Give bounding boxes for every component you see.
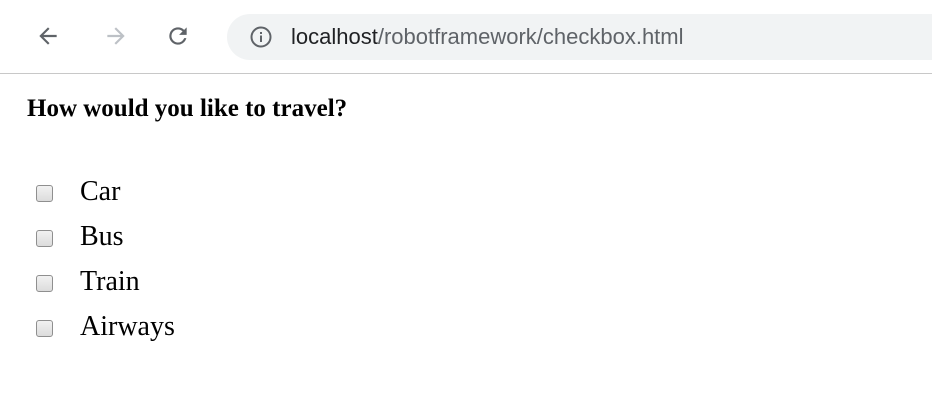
bus-label: Bus	[80, 221, 124, 252]
back-button[interactable]	[31, 19, 65, 53]
address-bar[interactable]: localhost/robotframework/checkbox.html	[227, 14, 932, 60]
browser-toolbar: localhost/robotframework/checkbox.html	[0, 0, 932, 74]
url-host: localhost	[291, 24, 378, 49]
reload-button[interactable]	[161, 19, 195, 53]
page-content: How would you like to travel? Car Bus Tr…	[0, 75, 932, 410]
car-checkbox[interactable]	[36, 185, 53, 202]
bus-checkbox[interactable]	[36, 230, 53, 247]
airways-label: Airways	[80, 311, 175, 342]
arrow-left-icon	[39, 27, 57, 45]
car-label: Car	[80, 176, 121, 207]
train-checkbox[interactable]	[36, 275, 53, 292]
forward-button[interactable]	[99, 19, 133, 53]
info-icon[interactable]	[249, 25, 273, 49]
page-heading: How would you like to travel?	[27, 95, 348, 122]
reload-icon	[169, 27, 187, 45]
url-path: /robotframework/checkbox.html	[377, 24, 684, 49]
train-label: Train	[80, 266, 140, 297]
arrow-right-icon	[107, 27, 125, 45]
url-text[interactable]: localhost/robotframework/checkbox.html	[291, 14, 684, 60]
airways-checkbox[interactable]	[36, 320, 53, 337]
